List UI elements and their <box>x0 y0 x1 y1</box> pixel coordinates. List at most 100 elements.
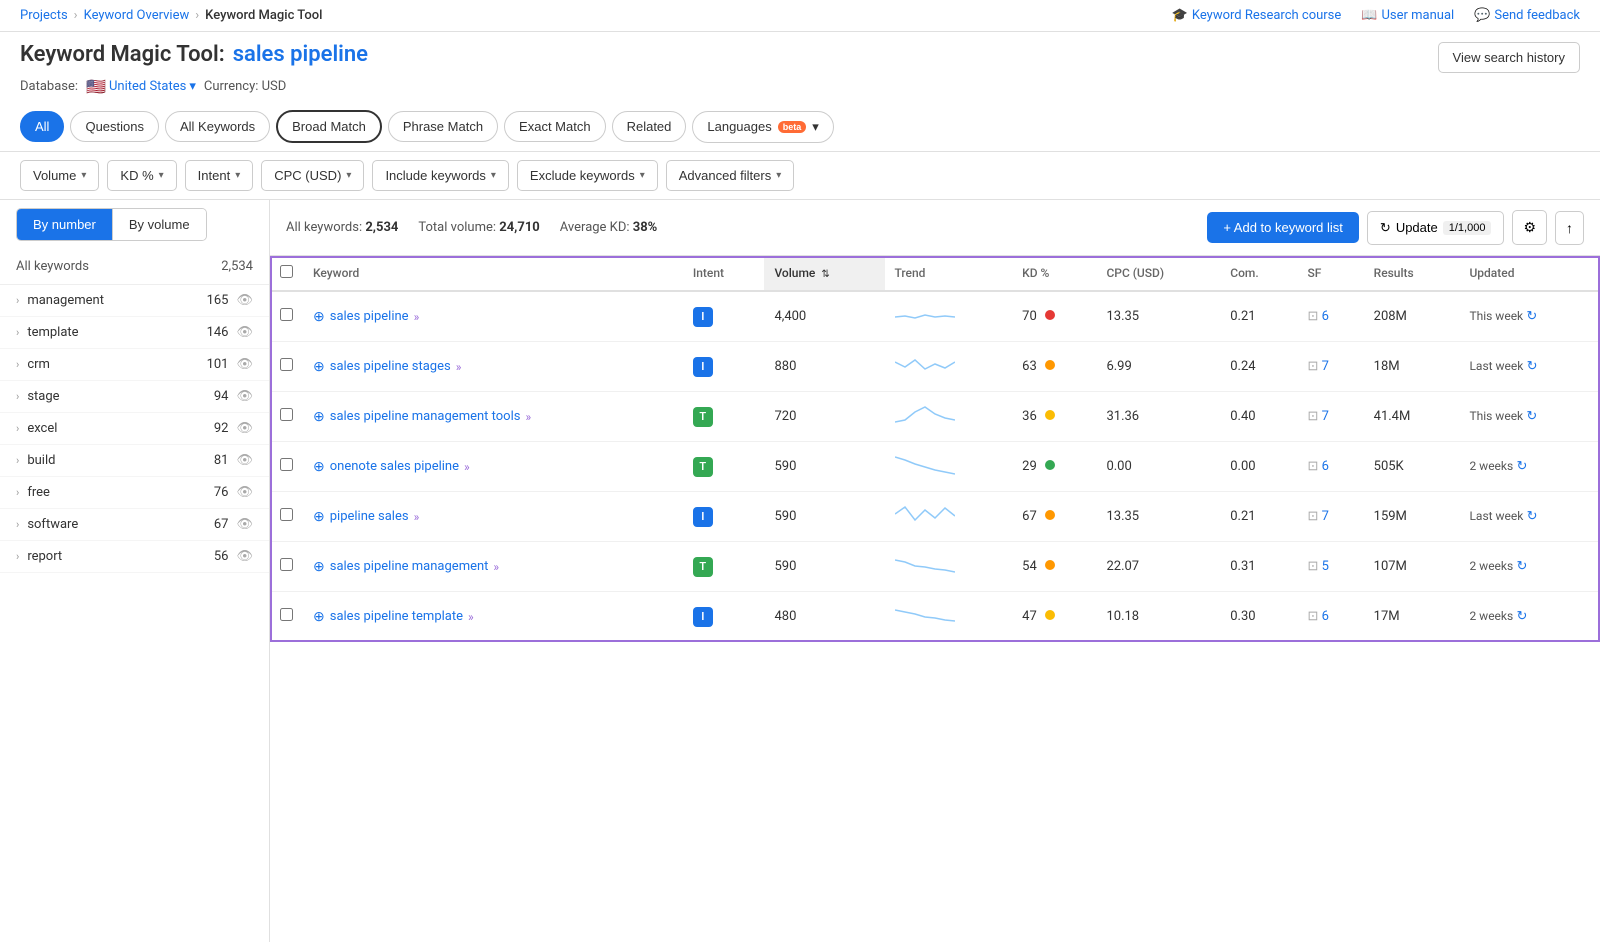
kd-header: KD % <box>1012 256 1096 291</box>
plus-circle-icon: ⊕ <box>313 309 325 325</box>
keyword-cell-3: ⊕ onenote sales pipeline » <box>303 442 683 492</box>
refresh-icon[interactable]: ↻ <box>1516 559 1527 574</box>
tab-phrase-match[interactable]: Phrase Match <box>388 111 498 142</box>
cpc-header: CPC (USD) <box>1096 256 1220 291</box>
intent-filter[interactable]: Intent ▾ <box>185 160 254 191</box>
sf-link-6[interactable]: 6 <box>1322 609 1329 624</box>
user-manual-link[interactable]: 📖 User manual <box>1361 8 1454 23</box>
eye-icon[interactable]: 👁 <box>236 549 253 564</box>
refresh-icon[interactable]: ↻ <box>1516 609 1527 624</box>
cpc-filter[interactable]: CPC (USD) ▾ <box>261 160 364 191</box>
exclude-keywords-filter[interactable]: Exclude keywords ▾ <box>517 160 658 191</box>
keyword-link-5[interactable]: ⊕ sales pipeline management » <box>313 559 673 575</box>
settings-button[interactable]: ⚙ <box>1512 210 1547 245</box>
sidebar-item-crm[interactable]: › crm 101 👁 <box>0 349 269 381</box>
refresh-icon[interactable]: ↻ <box>1527 359 1538 374</box>
send-feedback-link[interactable]: 💬 Send feedback <box>1474 8 1580 23</box>
row-checkbox-2 <box>270 392 303 442</box>
view-history-button[interactable]: View search history <box>1438 42 1580 73</box>
results-cell-1: 18M <box>1364 342 1460 392</box>
select-all-checkbox[interactable] <box>280 265 293 278</box>
tab-all[interactable]: All <box>20 111 64 142</box>
updated-cell-3: 2 weeks ↻ <box>1459 442 1600 492</box>
keyword-link-0[interactable]: ⊕ sales pipeline » <box>313 309 673 325</box>
eye-icon[interactable]: 👁 <box>236 485 253 500</box>
keyword-link-3[interactable]: ⊕ onenote sales pipeline » <box>313 459 673 475</box>
keyword-cell-2: ⊕ sales pipeline management tools » <box>303 392 683 442</box>
tab-all-keywords[interactable]: All Keywords <box>165 111 270 142</box>
sidebar-item-software[interactable]: › software 67 👁 <box>0 509 269 541</box>
eye-icon[interactable]: 👁 <box>236 517 253 532</box>
stats-bar: All keywords: 2,534 Total volume: 24,710… <box>286 220 657 235</box>
languages-button[interactable]: Languages beta ▾ <box>692 111 833 143</box>
by-volume-button[interactable]: By volume <box>113 209 206 240</box>
tab-related[interactable]: Related <box>612 111 687 142</box>
com-cell-4: 0.21 <box>1220 492 1297 542</box>
sidebar-item-free[interactable]: › free 76 👁 <box>0 477 269 509</box>
com-cell-6: 0.30 <box>1220 592 1297 642</box>
breadcrumb-keyword-overview[interactable]: Keyword Overview <box>84 8 190 23</box>
tab-exact-match[interactable]: Exact Match <box>504 111 606 142</box>
update-button[interactable]: ↻ Update 1/1,000 <box>1367 211 1505 245</box>
keyword-link-2[interactable]: ⊕ sales pipeline management tools » <box>313 409 673 425</box>
sidebar-item-management[interactable]: › management 165 👁 <box>0 285 269 317</box>
sf-link-3[interactable]: 6 <box>1322 459 1329 474</box>
eye-icon[interactable]: 👁 <box>236 293 253 308</box>
sidebar-item-stage[interactable]: › stage 94 👁 <box>0 381 269 413</box>
sf-link-5[interactable]: 5 <box>1322 559 1329 574</box>
eye-icon[interactable]: 👁 <box>236 357 253 372</box>
sf-link-1[interactable]: 7 <box>1322 359 1329 374</box>
keyword-link-6[interactable]: ⊕ sales pipeline template » <box>313 609 673 625</box>
advanced-filters[interactable]: Advanced filters ▾ <box>666 160 795 191</box>
volume-header[interactable]: Volume ⇅ <box>764 256 884 291</box>
camera-icon: ⊡ <box>1308 559 1319 574</box>
camera-icon: ⊡ <box>1308 359 1319 374</box>
com-cell-3: 0.00 <box>1220 442 1297 492</box>
tab-broad-match[interactable]: Broad Match <box>276 110 382 143</box>
eye-icon[interactable]: 👁 <box>236 421 253 436</box>
chevron-down-icon: ▾ <box>346 170 351 181</box>
add-to-keyword-list-button[interactable]: + Add to keyword list <box>1207 212 1359 243</box>
refresh-icon[interactable]: ↻ <box>1526 309 1537 324</box>
keyword-link-1[interactable]: ⊕ sales pipeline stages » <box>313 359 673 375</box>
sf-link-4[interactable]: 7 <box>1322 509 1329 524</box>
sf-cell-0: ⊡ 6 <box>1298 291 1364 342</box>
chevron-down-icon: ▾ <box>189 79 196 94</box>
updated-cell-1: Last week ↻ <box>1459 342 1600 392</box>
camera-icon: ⊡ <box>1308 309 1319 324</box>
sidebar-item-template[interactable]: › template 146 👁 <box>0 317 269 349</box>
results-header: Results <box>1364 256 1460 291</box>
sidebar-item-build[interactable]: › build 81 👁 <box>0 445 269 477</box>
refresh-icon[interactable]: ↻ <box>1516 459 1527 474</box>
eye-icon[interactable]: 👁 <box>236 389 253 404</box>
database-selector[interactable]: 🇺🇸 United States ▾ <box>86 77 196 96</box>
sidebar-item-report[interactable]: › report 56 👁 <box>0 541 269 573</box>
refresh-icon: ↻ <box>1380 220 1391 236</box>
by-number-button[interactable]: By number <box>17 209 113 240</box>
trend-chart-1 <box>895 352 955 377</box>
kd-filter[interactable]: KD % ▾ <box>107 160 176 191</box>
cpc-cell-4: 13.35 <box>1096 492 1220 542</box>
keyword-link-4[interactable]: ⊕ pipeline sales » <box>313 509 673 525</box>
export-button[interactable]: ↑ <box>1555 211 1584 245</box>
include-keywords-filter[interactable]: Include keywords ▾ <box>372 160 508 191</box>
table-row: ⊕ sales pipeline stages » I 880 <box>270 342 1600 392</box>
sf-cell-2: ⊡ 7 <box>1298 392 1364 442</box>
com-cell-0: 0.21 <box>1220 291 1297 342</box>
intent-badge-4: I <box>693 507 713 527</box>
keyword-research-course-link[interactable]: 🎓 Keyword Research course <box>1172 8 1342 23</box>
eye-icon[interactable]: 👁 <box>236 325 253 340</box>
sf-link-0[interactable]: 6 <box>1322 309 1329 324</box>
sidebar-item-excel[interactable]: › excel 92 👁 <box>0 413 269 445</box>
refresh-icon[interactable]: ↻ <box>1526 409 1537 424</box>
volume-filter[interactable]: Volume ▾ <box>20 160 99 191</box>
breadcrumb-projects[interactable]: Projects <box>20 8 68 23</box>
cpc-cell-1: 6.99 <box>1096 342 1220 392</box>
eye-icon[interactable]: 👁 <box>236 453 253 468</box>
graduation-icon: 🎓 <box>1172 8 1188 23</box>
plus-circle-icon: ⊕ <box>313 509 325 525</box>
refresh-icon[interactable]: ↻ <box>1527 509 1538 524</box>
tab-questions[interactable]: Questions <box>70 111 159 142</box>
camera-icon: ⊡ <box>1308 459 1319 474</box>
sf-link-2[interactable]: 7 <box>1322 409 1329 424</box>
